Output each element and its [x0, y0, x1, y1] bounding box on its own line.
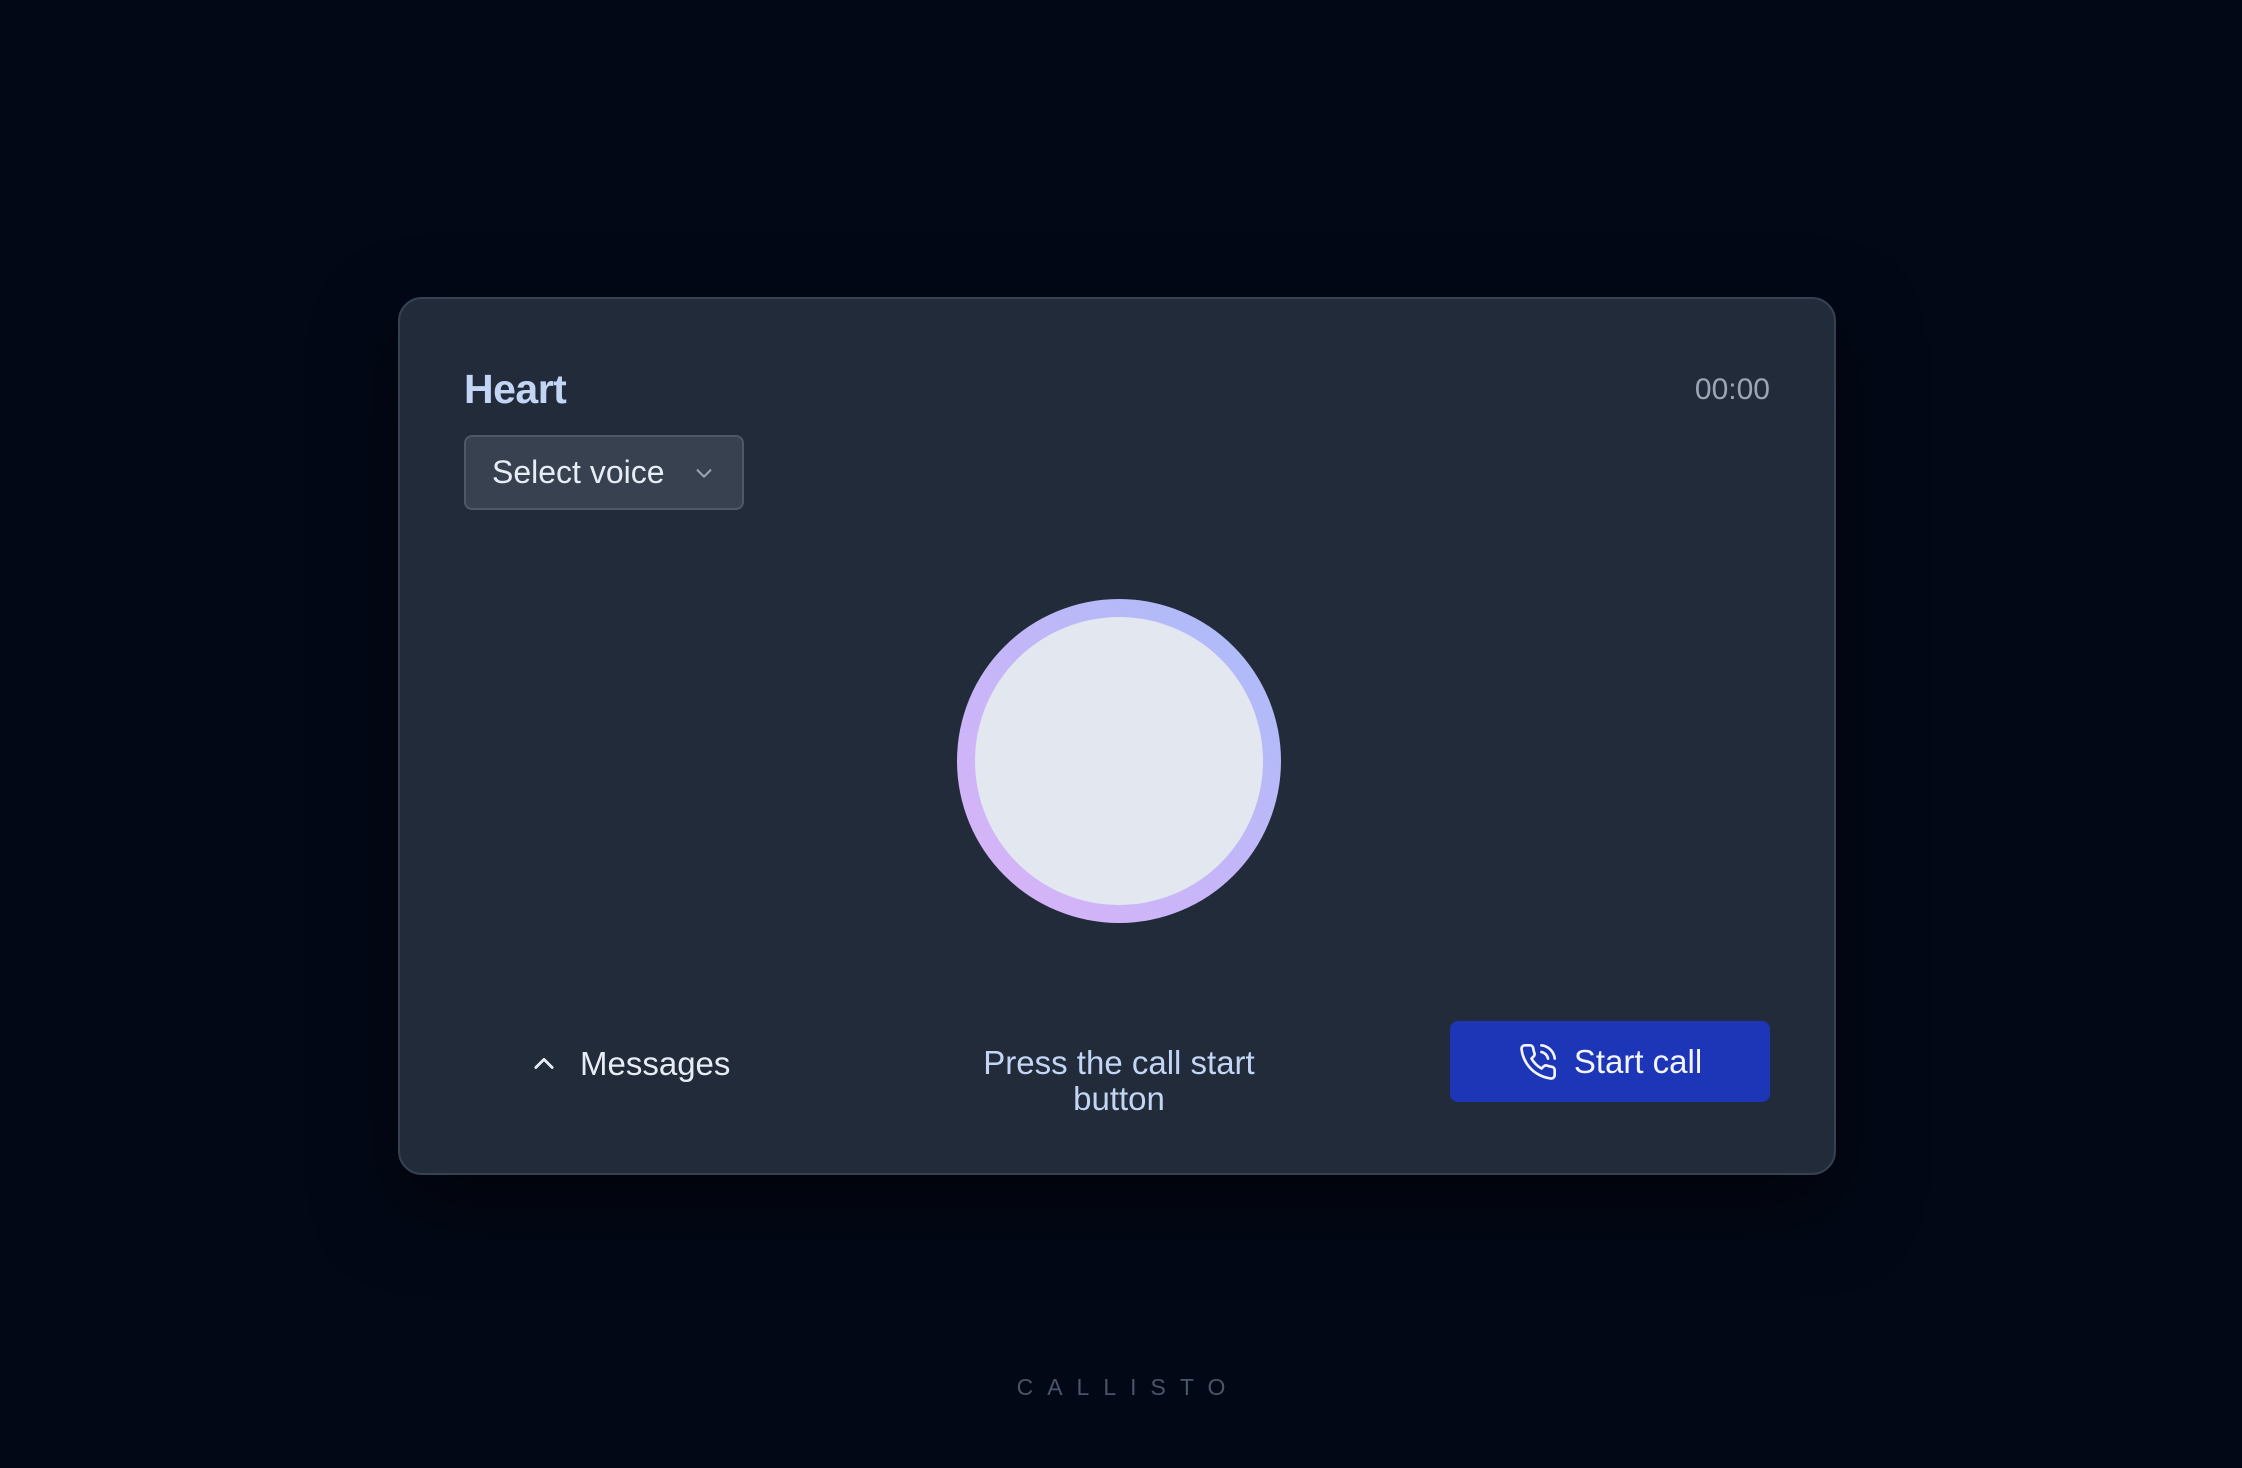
- page-title: Heart: [464, 366, 567, 412]
- chevron-up-icon: [530, 1050, 558, 1078]
- call-timer: 00:00: [1694, 373, 1770, 406]
- call-card: Heart 00:00 Select voice Messages Press …: [398, 297, 1836, 1175]
- voice-orb-core: [975, 617, 1263, 905]
- phone-call-icon: [1518, 1042, 1558, 1082]
- start-call-button[interactable]: Start call: [1450, 1021, 1770, 1102]
- voice-orb: [957, 599, 1281, 923]
- messages-toggle-button[interactable]: Messages: [530, 1045, 730, 1083]
- voice-select[interactable]: Select voice: [464, 435, 744, 510]
- status-text: Press the call start button: [983, 1044, 1255, 1118]
- voice-select-value: Select voice: [492, 454, 665, 490]
- chevron-down-icon: [693, 462, 715, 484]
- brand-wordmark: CALLISTO: [1016, 1374, 1240, 1400]
- messages-toggle-label: Messages: [580, 1045, 731, 1082]
- start-call-label: Start call: [1573, 1042, 1703, 1080]
